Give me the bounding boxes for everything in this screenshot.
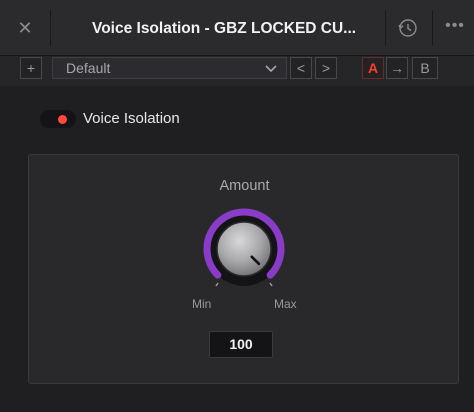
preset-dropdown[interactable]: Default: [52, 57, 287, 79]
title-divider: [432, 10, 433, 46]
history-icon[interactable]: [396, 16, 420, 40]
ab-b-button[interactable]: B: [412, 57, 438, 79]
chevron-down-icon: [264, 58, 278, 78]
min-tick: [215, 282, 219, 287]
ab-copy-button[interactable]: →: [386, 57, 408, 79]
max-tick: [269, 282, 273, 287]
window-title: Voice Isolation - GBZ LOCKED CU...: [92, 20, 357, 37]
title-divider: [385, 10, 386, 46]
close-icon[interactable]: ✕: [13, 16, 37, 40]
knob-cap: [216, 221, 272, 277]
min-label: Min: [192, 297, 212, 311]
max-label: Max: [274, 297, 297, 311]
effect-content: Voice Isolation Amount Min Max 100: [0, 86, 474, 412]
add-preset-button[interactable]: +: [20, 57, 42, 79]
title-bar: ✕ Voice Isolation - GBZ LOCKED CU... •••: [0, 0, 474, 56]
previous-preset-button[interactable]: <: [290, 57, 312, 79]
amount-value-field[interactable]: 100: [209, 331, 273, 358]
effect-toggle-label: Voice Isolation: [83, 110, 180, 127]
ab-a-button[interactable]: A: [362, 57, 384, 79]
more-dots-icon[interactable]: •••: [440, 16, 470, 40]
amount-panel: Amount Min Max 100: [28, 154, 459, 384]
preset-value: Default: [66, 60, 111, 76]
preset-toolbar: + Default < > A → B: [0, 56, 474, 86]
effect-toggle[interactable]: [40, 110, 76, 128]
next-preset-button[interactable]: >: [315, 57, 337, 79]
toggle-indicator: [58, 115, 67, 124]
amount-label: Amount: [219, 178, 270, 194]
title-divider: [50, 10, 51, 46]
amount-knob[interactable]: [192, 199, 296, 303]
